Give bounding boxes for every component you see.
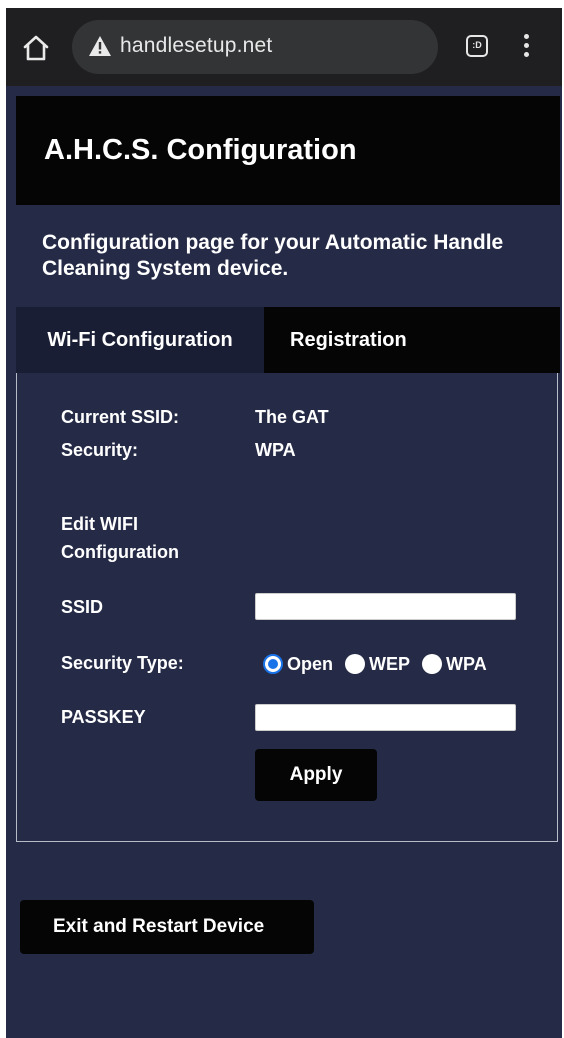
tab-bar: Wi-Fi Configuration Registration bbox=[16, 307, 560, 373]
current-ssid-label: Current SSID: bbox=[61, 407, 180, 427]
radio-open[interactable]: Open bbox=[263, 654, 333, 675]
home-icon[interactable] bbox=[20, 32, 52, 64]
apply-button[interactable]: Apply bbox=[255, 749, 377, 801]
radio-wpa[interactable]: WPA bbox=[422, 654, 487, 675]
radio-open-button[interactable] bbox=[263, 654, 283, 674]
tab-registration[interactable]: Registration bbox=[286, 307, 411, 373]
device-screen: handlesetup.net :D A.H.C.S. Configuratio… bbox=[6, 8, 562, 1038]
warning-triangle-icon[interactable] bbox=[88, 35, 112, 57]
radio-wep-label: WEP bbox=[369, 653, 411, 674]
radio-wep-button[interactable] bbox=[345, 654, 366, 674]
security-type-label: Security Type: bbox=[61, 653, 184, 673]
radio-wpa-button[interactable] bbox=[422, 654, 443, 674]
page-title: A.H.C.S. Configuration bbox=[44, 134, 357, 166]
page-header: A.H.C.S. Configuration bbox=[16, 96, 560, 205]
security-value: WPA bbox=[255, 440, 296, 460]
radio-wep[interactable]: WEP bbox=[345, 654, 410, 675]
more-vert-icon[interactable] bbox=[522, 34, 530, 60]
security-type-radio-group: Open WEP WPA bbox=[263, 649, 499, 679]
passkey-input[interactable] bbox=[255, 704, 516, 731]
radio-open-label: Open bbox=[287, 653, 334, 674]
page-subtitle: Configuration page for your Automatic Ha… bbox=[42, 231, 504, 280]
url-text: handlesetup.net bbox=[120, 34, 273, 57]
radio-wpa-label: WPA bbox=[446, 653, 487, 674]
edit-wifi-heading: Edit WIFI Configuration bbox=[61, 514, 179, 562]
tab-switcher-icon[interactable]: :D bbox=[466, 35, 488, 57]
ssid-label: SSID bbox=[61, 597, 104, 617]
exit-restart-button[interactable]: Exit and Restart Device bbox=[20, 900, 314, 954]
security-label: Security: bbox=[61, 440, 139, 460]
passkey-label: PASSKEY bbox=[61, 707, 146, 727]
tab-wifi-configuration[interactable]: Wi-Fi Configuration bbox=[16, 307, 264, 373]
address-bar[interactable]: handlesetup.net bbox=[72, 20, 438, 74]
ssid-input[interactable] bbox=[255, 593, 516, 620]
wifi-configuration-panel: Current SSID: The GAT Security: WPA Edit… bbox=[16, 373, 558, 842]
current-ssid-value: The GAT bbox=[255, 407, 329, 427]
browser-toolbar: handlesetup.net :D bbox=[6, 8, 562, 86]
